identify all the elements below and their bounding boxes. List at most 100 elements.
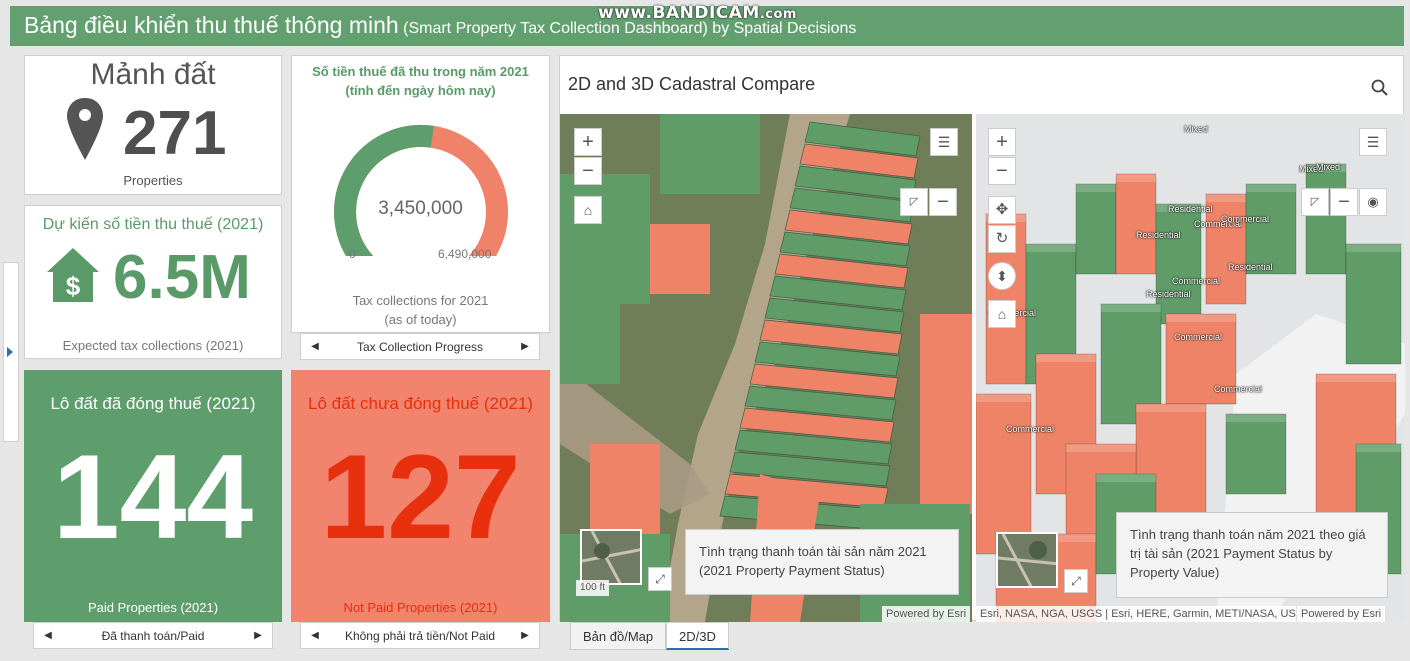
- prev-arrow-icon[interactable]: ◀: [305, 334, 325, 360]
- building-shape[interactable]: [1345, 243, 1402, 365]
- next-arrow-icon[interactable]: ▶: [248, 623, 268, 649]
- expand-minimap-icon[interactable]: ⤢: [1064, 569, 1088, 593]
- map-3d-popup: Tình trạng thanh toán năm 2021 theo giá …: [1116, 512, 1388, 598]
- gauge-value: 3,450,000: [378, 198, 463, 219]
- tab-2d-3d[interactable]: 2D/3D: [666, 622, 729, 650]
- side-panel-toggle[interactable]: [3, 262, 19, 442]
- building-roof: [1101, 304, 1161, 312]
- gauge-caption: Tax collections for 2021 (as of today): [352, 293, 489, 327]
- tab-map[interactable]: Bản đồ/Map: [570, 622, 667, 650]
- building-shape[interactable]: [976, 393, 1032, 555]
- building-label: Residential: [1228, 262, 1273, 272]
- measure-button[interactable]: ◸: [1301, 188, 1329, 216]
- expected-tax-value: 6.5M: [113, 243, 251, 312]
- pager-label: Tax Collection Progress: [356, 340, 484, 354]
- building-roof: [1136, 404, 1206, 412]
- paid-count: 144: [52, 430, 254, 564]
- building-label: Mixed: [1184, 124, 1209, 134]
- home-button[interactable]: ⌂: [574, 196, 602, 224]
- paid-caption: Paid Properties (2021): [87, 600, 219, 615]
- map-2d-popup: Tình trạng thanh toán tài sản năm 2021 (…: [685, 529, 959, 595]
- home-button[interactable]: ⌂: [988, 300, 1016, 328]
- unpaid-properties-card: Lô đất chưa đóng thuế (2021) 127 Not Pai…: [291, 370, 550, 622]
- gauge-min-label: 0: [349, 247, 356, 261]
- pan-icon[interactable]: ✥: [988, 196, 1016, 224]
- building-shape[interactable]: [1305, 163, 1347, 275]
- parcels-caption: Properties: [123, 173, 183, 188]
- building-roof: [1066, 444, 1136, 452]
- building-roof: [976, 394, 1031, 402]
- unpaid-title: Lô đất chưa đóng thuế (2021): [308, 394, 533, 413]
- expected-tax-card: Dự kiến số tiền thu thuế (2021) $ 6.5M E…: [24, 205, 282, 359]
- building-roof: [1036, 354, 1096, 362]
- zoom-out-button[interactable]: −: [574, 157, 602, 185]
- building-label: Commercial: [1174, 332, 1223, 342]
- panel-title: 2D and 3D Cadastral Compare: [568, 74, 816, 94]
- parcels-count: 271: [123, 99, 227, 168]
- tax-gauge: [334, 124, 508, 256]
- svg-text:$: $: [66, 271, 81, 301]
- building-label: Commercial: [1214, 384, 1263, 394]
- collapse-button[interactable]: −: [929, 188, 957, 216]
- layer-list-button[interactable]: ☰: [1359, 128, 1387, 156]
- rotate-icon[interactable]: ↻: [988, 225, 1016, 253]
- collapse-button[interactable]: −: [1330, 188, 1358, 216]
- building-label: Commercial: [1006, 424, 1055, 434]
- prev-arrow-icon[interactable]: ◀: [38, 623, 58, 649]
- building-shape[interactable]: [1245, 183, 1297, 275]
- building-roof: [1346, 244, 1401, 252]
- map-2d[interactable]: + − ⌂ ☰ ◸ − 100 ft ⤢ Tình trạng thanh to…: [560, 114, 972, 622]
- paid-properties-card: Lô đất đã đóng thuế (2021) 144 Paid Prop…: [24, 370, 282, 622]
- next-arrow-icon[interactable]: ▶: [515, 334, 535, 360]
- expected-tax-caption: Expected tax collections (2021): [62, 338, 244, 353]
- building-roof: [1116, 174, 1156, 182]
- building-roof: [1026, 244, 1076, 252]
- expand-minimap-icon[interactable]: ⤢: [648, 567, 672, 591]
- prev-arrow-icon[interactable]: ◀: [305, 623, 325, 649]
- parcels-card: Mảnh đất 271 Properties: [24, 55, 282, 195]
- building-roof: [1356, 444, 1401, 452]
- building-shape[interactable]: [1075, 183, 1117, 275]
- next-arrow-icon[interactable]: ▶: [515, 623, 535, 649]
- gauge-pager: ◀ Tax Collection Progress ▶: [300, 333, 540, 360]
- expected-tax-title: Dự kiến số tiền thu thuế (2021): [42, 216, 264, 233]
- map-3d[interactable]: Mixed Residential Commercial Residential Mix…: [976, 114, 1405, 622]
- building-label: Commercial: [1172, 276, 1221, 286]
- unpaid-count: 127: [320, 430, 521, 564]
- scale-bar: 100 ft: [576, 580, 610, 596]
- esri-attribution: Powered by Esri: [882, 606, 971, 622]
- gauge-max-label: 6,490,000: [438, 247, 492, 261]
- building-roof: [1096, 474, 1156, 482]
- search-icon[interactable]: [1370, 78, 1390, 98]
- dashboard-title: Bảng điều khiển thu thuế thông minh: [24, 12, 399, 38]
- house-dollar-icon: $: [47, 248, 99, 302]
- cadastral-compare-panel: 2D and 3D Cadastral Compare + − ⌂ ☰ ◸ −: [559, 55, 1405, 622]
- visibility-icon[interactable]: ◉: [1359, 188, 1387, 216]
- building-shape[interactable]: [1225, 413, 1287, 495]
- recorder-watermark: www.BANDICAM.com: [598, 3, 797, 23]
- esri-attribution: Powered by Esri: [1297, 606, 1386, 622]
- building-roof: [1206, 194, 1246, 202]
- paid-title: Lô đất đã đóng thuế (2021): [50, 394, 256, 413]
- building-label: Commercial: [1221, 214, 1270, 224]
- overview-minimap[interactable]: [580, 529, 642, 585]
- pager-label: Không phải trả tiền/Not Paid: [344, 629, 496, 643]
- building-label: Residential: [1146, 289, 1191, 299]
- building-roof: [1226, 414, 1286, 422]
- unpaid-pager: ◀ Không phải trả tiền/Not Paid ▶: [300, 622, 540, 649]
- esri-attribution-sources: Esri, NASA, NGA, USGS | Esri, HERE, Garm…: [976, 606, 1296, 622]
- building-shape[interactable]: [1115, 173, 1157, 275]
- unpaid-caption: Not Paid Properties (2021): [343, 600, 498, 615]
- compass-icon[interactable]: ⬍: [988, 262, 1016, 290]
- layer-list-button[interactable]: ☰: [930, 128, 958, 156]
- building-label: Residential: [1168, 204, 1213, 214]
- building-label: Mixed: [1316, 162, 1341, 172]
- overview-minimap[interactable]: [996, 532, 1058, 588]
- zoom-in-button[interactable]: +: [988, 128, 1016, 156]
- measure-button[interactable]: ◸: [900, 188, 928, 216]
- zoom-in-button[interactable]: +: [574, 128, 602, 156]
- building-label: Residential: [1136, 230, 1181, 240]
- building-roof: [1246, 184, 1296, 192]
- building-roof: [1166, 314, 1236, 322]
- zoom-out-button[interactable]: −: [988, 157, 1016, 185]
